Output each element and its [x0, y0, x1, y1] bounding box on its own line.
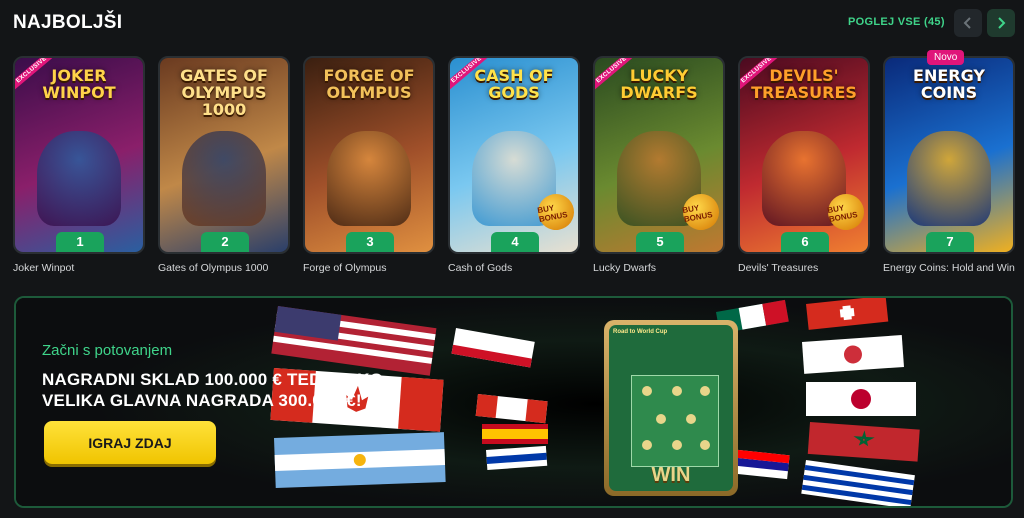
carousel-prev-button[interactable]	[954, 9, 982, 37]
rank-badge: 4	[491, 232, 539, 252]
game-thumbnail[interactable]: DEVILS' TREASURES EXCLUSIVE BUY BONUS 6	[738, 56, 870, 254]
game-title[interactable]: Energy Coins: Hold and Win	[883, 262, 1015, 274]
promo-banner: Začni s potovanjem NAGRADNI SKLAD 100.00…	[14, 296, 1013, 508]
game-character	[37, 131, 121, 226]
game-thumbnail[interactable]: GATES OF OLYMPUS 1000 2	[158, 56, 290, 254]
view-all-link[interactable]: POGLEJ VSE (45)	[848, 16, 945, 28]
banner-subtitle: Začni s potovanjem	[42, 342, 173, 359]
scratch-card-label: Road to World Cup	[613, 329, 668, 335]
game-title[interactable]: Joker Winpot	[13, 262, 145, 274]
section-header: NAJBOLJŠI POGLEJ VSE (45)	[0, 0, 1024, 48]
game-logo: GATES OF OLYMPUS 1000	[180, 66, 268, 119]
game-title[interactable]: Lucky Dwarfs	[593, 262, 725, 274]
game-carousel: JOKER WINPOT EXCLUSIVE 1 Joker Winpot GATES …	[0, 50, 1024, 281]
game-logo: JOKER WINPOT	[42, 66, 116, 102]
banner-text: Začni s potovanjem NAGRADNI SKLAD 100.00…	[42, 342, 388, 411]
banner-headline-1: NAGRADNI SKLAD 100.000 € TEDENSKO.	[42, 370, 388, 389]
game-logo: ENERGY COINS	[913, 66, 985, 102]
game-thumbnail[interactable]: JOKER WINPOT EXCLUSIVE 1	[13, 56, 145, 254]
football-pitch-graphic	[631, 375, 719, 467]
section-title: NAJBOLJŠI	[13, 12, 123, 33]
rank-badge: 3	[346, 232, 394, 252]
game-thumbnail[interactable]: ENERGY COINS 7	[883, 56, 1015, 254]
chevron-left-icon	[963, 17, 971, 29]
chevron-right-icon	[998, 17, 1006, 29]
rank-badge: 6	[781, 232, 829, 252]
game-thumbnail[interactable]: FORGE OF OLYMPUS 3	[303, 56, 435, 254]
rank-badge: 1	[56, 232, 104, 252]
game-tile[interactable]: GATES OF OLYMPUS 1000 2 Gates of Olympus 1…	[158, 56, 290, 274]
game-tile[interactable]: JOKER WINPOT EXCLUSIVE 1 Joker Winpot	[13, 56, 145, 274]
game-title[interactable]: Gates of Olympus 1000	[158, 262, 290, 274]
world-cup-scratch-card: Road to World Cup WIN	[604, 320, 738, 496]
play-now-button[interactable]: IGRAJ ZDAJ	[44, 421, 216, 464]
scratch-card-face: Road to World Cup WIN	[609, 325, 733, 491]
game-title[interactable]: Forge of Olympus	[303, 262, 435, 274]
rank-badge: 5	[636, 232, 684, 252]
banner-headline-2: VELIKA GLAVNA NAGRADA 300.000 €!	[42, 391, 362, 410]
game-character	[907, 131, 991, 226]
carousel-next-button[interactable]	[987, 9, 1015, 37]
rank-badge: 2	[201, 232, 249, 252]
game-logo: DEVILS' TREASURES	[751, 66, 857, 102]
game-title[interactable]: Devils' Treasures	[738, 262, 870, 274]
game-tile[interactable]: Novo ENERGY COINS 7 Energy Coins: Hold and …	[883, 50, 1015, 274]
game-tile[interactable]: FORGE OF OLYMPUS 3 Forge of Olympus	[303, 56, 435, 274]
game-tile[interactable]: LUCKY DWARFS EXCLUSIVE BUY BONUS 5 Lucky Dwa…	[593, 56, 725, 274]
game-logo: CASH OF GODS	[474, 66, 554, 102]
game-character	[327, 131, 411, 226]
game-thumbnail[interactable]: LUCKY DWARFS EXCLUSIVE BUY BONUS 5	[593, 56, 725, 254]
game-logo: LUCKY DWARFS	[620, 66, 698, 102]
game-logo: FORGE OF OLYMPUS	[323, 66, 415, 102]
game-thumbnail[interactable]: CASH OF GODS EXCLUSIVE BUY BONUS 4	[448, 56, 580, 254]
game-title[interactable]: Cash of Gods	[448, 262, 580, 274]
new-badge: Novo	[927, 50, 965, 65]
game-tile[interactable]: CASH OF GODS EXCLUSIVE BUY BONUS 4 Cash of G…	[448, 56, 580, 274]
game-tile[interactable]: DEVILS' TREASURES EXCLUSIVE BUY BONUS 6 Devi…	[738, 56, 870, 274]
scratch-card-win: WIN	[651, 464, 691, 486]
game-character	[182, 131, 266, 226]
rank-badge: 7	[926, 232, 974, 252]
